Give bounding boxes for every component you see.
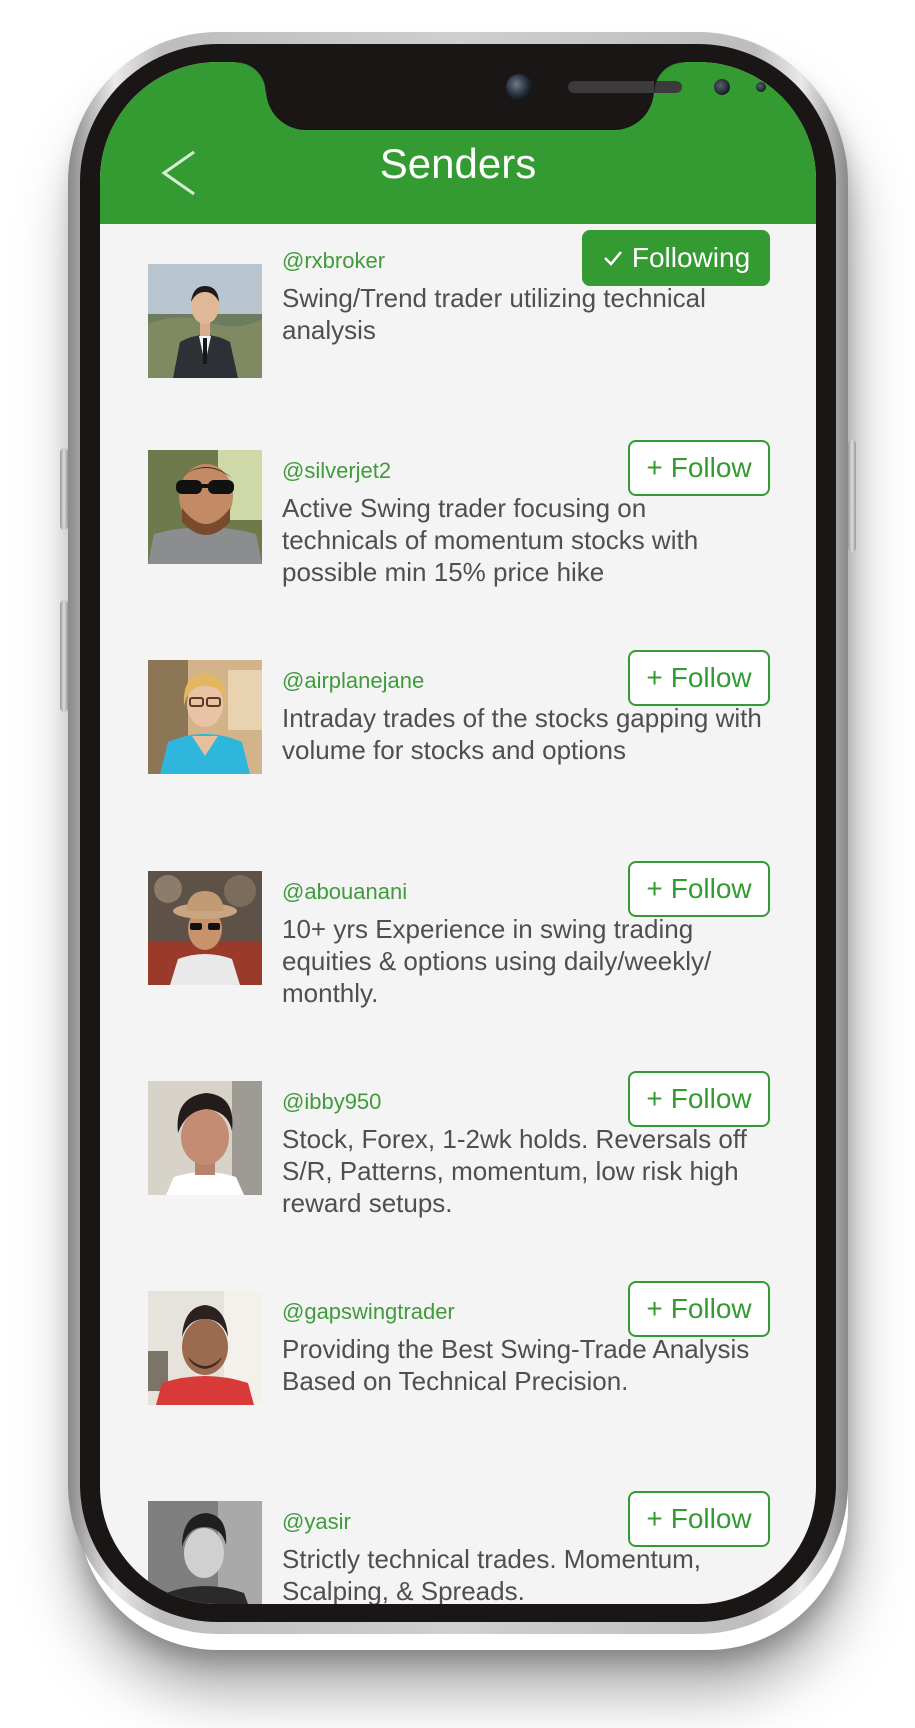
avatar: [148, 264, 262, 378]
ambient-sensor: [756, 82, 766, 92]
plus-icon: +: [646, 873, 663, 904]
avatar: [148, 1501, 262, 1604]
sender-handle[interactable]: @yasir: [282, 1509, 351, 1535]
silent-switch: [60, 448, 68, 530]
following-button[interactable]: Following: [582, 230, 770, 286]
avatar: [148, 450, 262, 564]
earpiece-speaker: [568, 81, 682, 93]
sender-handle[interactable]: @rxbroker: [282, 248, 385, 274]
sender-bio: Active Swing trader focusing on technica…: [282, 493, 699, 587]
plus-icon: +: [646, 662, 663, 693]
follow-button[interactable]: + Follow: [628, 650, 770, 706]
button-label: Follow: [670, 1503, 752, 1534]
follow-button[interactable]: + Follow: [628, 861, 770, 917]
avatar: [148, 871, 262, 985]
page-title: Senders: [379, 140, 537, 187]
follow-button[interactable]: + Follow: [628, 1491, 770, 1547]
button-label: Following: [631, 242, 751, 273]
plus-icon: +: [646, 1293, 663, 1324]
button-label: Follow: [670, 662, 752, 693]
button-label: Follow: [670, 452, 752, 483]
follow-button[interactable]: + Follow: [628, 1281, 770, 1337]
sender-handle[interactable]: @silverjet2: [282, 458, 391, 484]
sender-bio: Strictly technical trades. Momentum, Sca…: [282, 1544, 702, 1604]
checkmark-icon: [603, 251, 622, 266]
sender-handle[interactable]: @ibby950: [282, 1089, 381, 1115]
plus-icon: +: [646, 1083, 663, 1114]
plus-icon: +: [646, 452, 663, 483]
avatar: [148, 660, 262, 774]
follow-button[interactable]: + Follow: [628, 440, 770, 496]
volume-button: [60, 600, 68, 712]
sender-bio: Intraday trades of the stocks gapping wi…: [282, 703, 762, 765]
sender-handle[interactable]: @airplanejane: [282, 668, 424, 694]
sender-bio: Providing the Best Swing-Trade Analysis …: [282, 1334, 750, 1396]
follow-button[interactable]: + Follow: [628, 1071, 770, 1127]
button-label: Follow: [670, 873, 752, 904]
button-label: Follow: [670, 1293, 752, 1324]
notch: [236, 62, 766, 130]
power-button: [848, 440, 856, 552]
sender-bio: Swing/Trend trader utilizing technical a…: [282, 283, 706, 345]
sender-handle[interactable]: @abouanani: [282, 879, 407, 905]
app-screen: Senders @rxbroker Swing/Trend trader uti…: [100, 62, 816, 1604]
avatar: [148, 1081, 262, 1195]
sender-handle[interactable]: @gapswingtrader: [282, 1299, 455, 1325]
button-label: Follow: [670, 1083, 752, 1114]
device-mockup: Senders @rxbroker Swing/Trend trader uti…: [0, 0, 915, 1728]
avatar: [148, 1291, 262, 1405]
proximity-sensor: [714, 79, 730, 95]
plus-icon: +: [646, 1503, 663, 1534]
sender-bio: 10+ yrs Experience in swing trading equi…: [282, 914, 712, 1008]
front-camera: [506, 74, 532, 100]
sender-bio: Stock, Forex, 1-2wk holds. Reversals off…: [282, 1124, 747, 1218]
